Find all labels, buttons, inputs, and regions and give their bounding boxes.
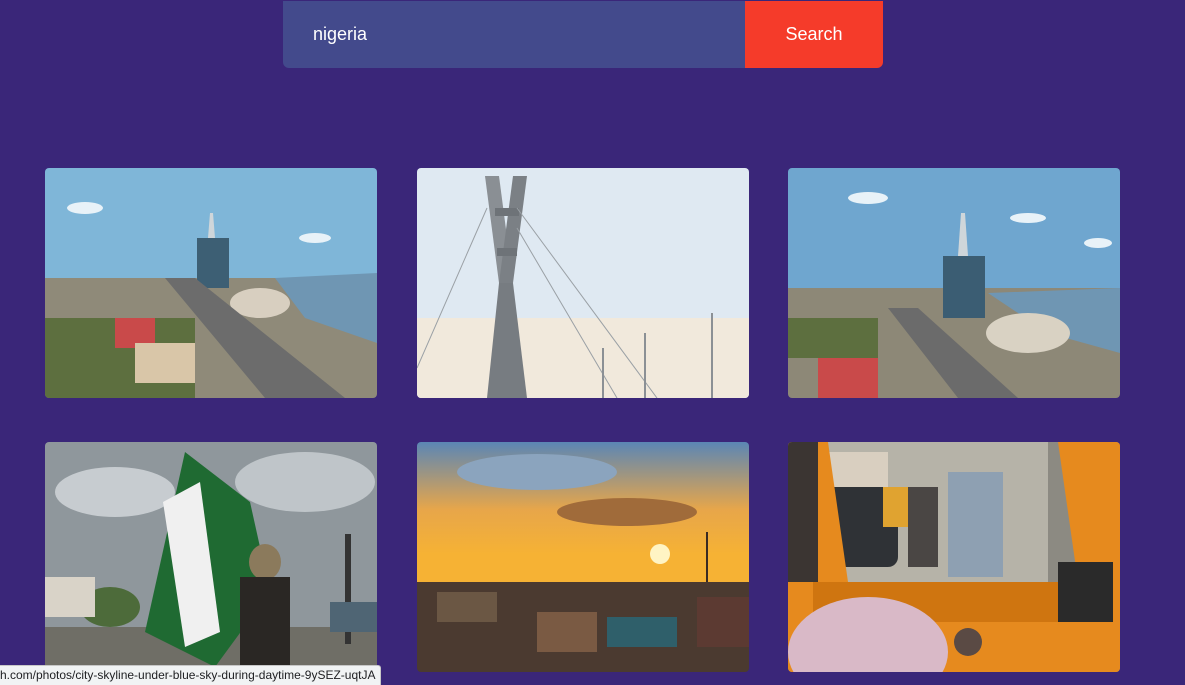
search-bar: Search (283, 1, 883, 68)
status-bar-url: h.com/photos/city-skyline-under-blue-sky… (0, 665, 382, 685)
photo-bridge (417, 168, 749, 398)
photo-city-skyline (45, 168, 377, 398)
photo-card-1[interactable] (45, 168, 377, 398)
search-input[interactable] (283, 1, 745, 68)
photo-city-skyline (788, 168, 1120, 398)
photo-card-3[interactable] (788, 168, 1120, 398)
search-button[interactable]: Search (745, 1, 883, 68)
photo-card-5[interactable] (417, 442, 749, 672)
photo-card-6[interactable] (788, 442, 1120, 672)
photo-flag-bearer (45, 442, 377, 672)
photo-card-2[interactable] (417, 168, 749, 398)
photo-tricycle-view (788, 442, 1120, 672)
photo-card-4[interactable] (45, 442, 377, 672)
photo-sunset-city (417, 442, 749, 672)
